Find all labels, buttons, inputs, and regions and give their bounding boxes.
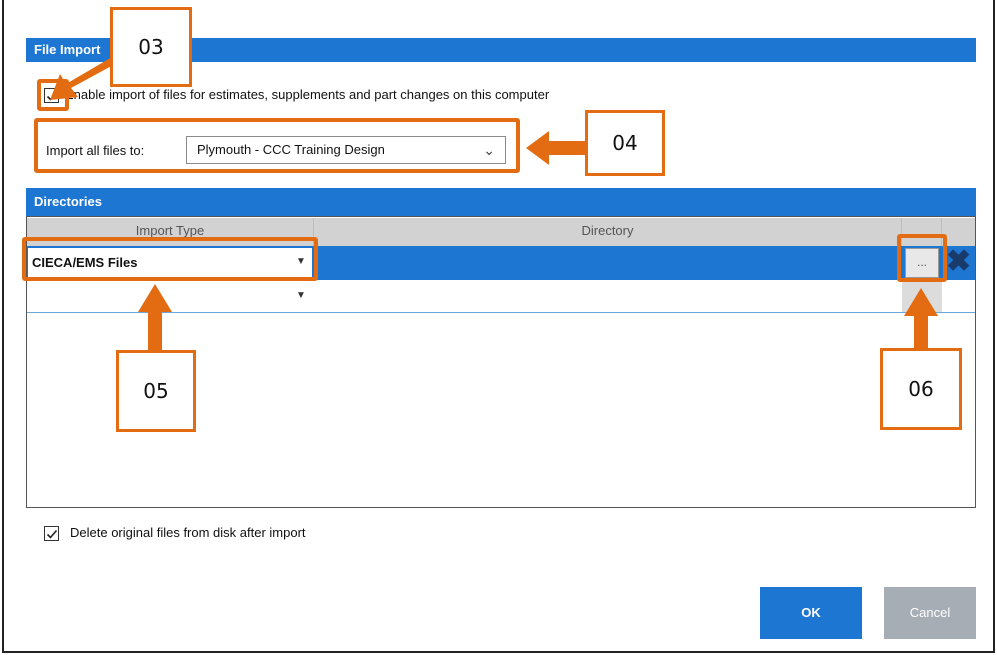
highlight-browse <box>897 234 947 282</box>
delete-original-label: Delete original files from disk after im… <box>70 525 306 540</box>
close-x-icon[interactable]: ✖ <box>946 245 971 279</box>
table-row[interactable] <box>27 280 975 312</box>
enable-import-label: Enable import of files for estimates, su… <box>65 87 550 102</box>
directories-header: Directories <box>26 188 976 216</box>
row-divider <box>27 312 975 313</box>
annotation-06: 06 <box>880 348 962 430</box>
cancel-button[interactable]: Cancel <box>884 587 976 639</box>
highlight-import-type <box>22 237 318 281</box>
ok-button[interactable]: OK <box>760 587 862 639</box>
column-header-directory[interactable]: Directory <box>314 218 902 246</box>
delete-original-checkbox[interactable] <box>44 526 59 541</box>
annotation-05: 05 <box>116 350 196 432</box>
browse-column-cell <box>902 280 942 312</box>
highlight-import-to <box>34 118 520 173</box>
annotation-04: 04 <box>585 110 665 176</box>
dropdown-arrow-icon[interactable]: ▼ <box>296 290 306 301</box>
annotation-03: 03 <box>110 7 192 87</box>
checkmark-icon <box>46 529 57 539</box>
highlight-enable-checkbox <box>37 79 69 111</box>
